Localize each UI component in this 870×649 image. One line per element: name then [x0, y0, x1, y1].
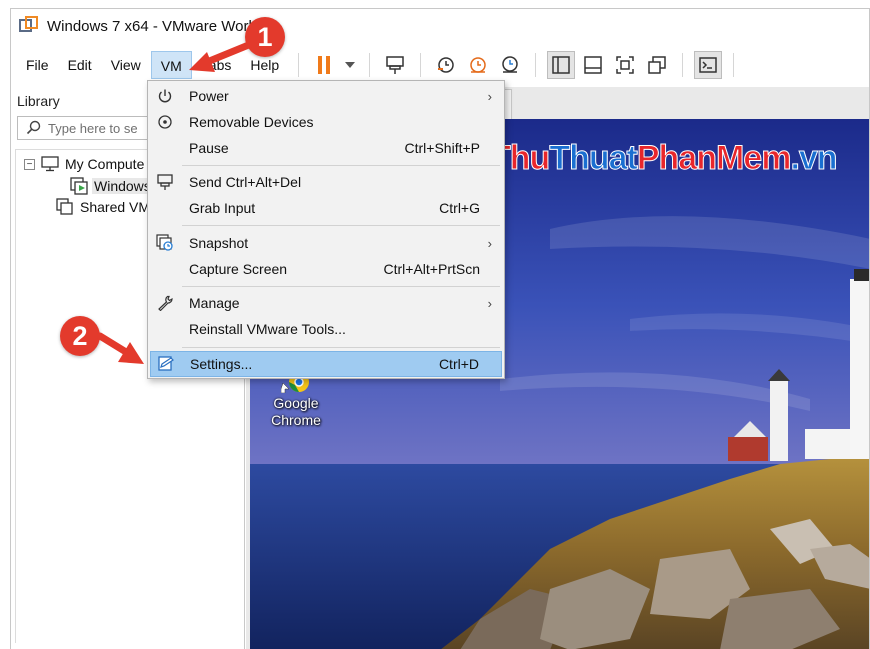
toolbar-separator — [420, 53, 422, 77]
menu-item-removable-devices[interactable]: Removable Devices — [150, 109, 502, 135]
unity-icon — [648, 56, 666, 74]
shortcut-label: Ctrl+Alt+PrtScn — [383, 261, 480, 277]
power-icon — [155, 86, 175, 106]
dropdown-arrow-icon — [345, 62, 356, 68]
power-dropdown-button[interactable] — [342, 51, 358, 79]
shared-vms-icon — [56, 198, 73, 215]
thumbnail-bar-icon — [584, 56, 602, 74]
vm-menu-dropdown: Power › Removable Devices Pause Ctrl+Shi… — [147, 80, 505, 379]
window-title: Windows 7 x64 - VMware Works — [47, 17, 264, 35]
search-icon — [26, 120, 41, 135]
removable-devices-icon — [155, 112, 175, 132]
collapse-icon[interactable]: − — [24, 158, 35, 170]
menu-view[interactable]: View — [102, 51, 150, 79]
toolbar-separator — [369, 53, 371, 77]
wrench-icon — [155, 293, 175, 313]
step-2-badge: 2 — [60, 316, 100, 356]
pause-icon — [316, 56, 332, 74]
menu-separator — [182, 347, 500, 348]
step-1-arrow — [189, 40, 255, 72]
google-chrome-shortcut[interactable]: Google Chrome — [266, 371, 326, 429]
library-label: Library — [17, 93, 60, 109]
thumbnail-bar-button[interactable] — [579, 51, 607, 79]
console-view-button[interactable] — [694, 51, 723, 79]
snapshot-manager-icon — [502, 56, 518, 73]
pause-button[interactable] — [310, 51, 338, 79]
tree-item-my-computer[interactable]: − My Compute — [24, 156, 144, 172]
menu-edit[interactable]: Edit — [59, 51, 101, 79]
submenu-arrow-icon: › — [487, 88, 492, 104]
tree-item-shared-vms[interactable]: Shared VMs — [56, 198, 157, 216]
menu-item-manage[interactable]: Manage › — [150, 290, 502, 316]
submenu-arrow-icon: › — [487, 295, 492, 311]
snapshot-manager-button[interactable] — [496, 51, 524, 79]
revert-snapshot-button[interactable] — [464, 51, 492, 79]
title-bar: Windows 7 x64 - VMware Works — [11, 9, 869, 43]
menu-item-pause[interactable]: Pause Ctrl+Shift+P — [150, 135, 502, 161]
toolbar-separator — [298, 53, 300, 77]
shortcut-label: Ctrl+D — [438, 356, 479, 372]
snapshot-icon — [155, 233, 175, 253]
settings-icon — [156, 354, 176, 374]
menu-separator — [182, 225, 500, 226]
vmware-app-icon — [19, 16, 39, 36]
watermark: ThuThuatPhanMem.vn — [489, 139, 838, 178]
console-view-icon — [699, 57, 717, 73]
step-2-arrow — [96, 332, 144, 364]
shortcut-label: Ctrl+G — [439, 200, 480, 216]
toolbar-separator — [733, 53, 735, 77]
toolbar-separator — [682, 53, 684, 77]
full-screen-icon — [616, 56, 634, 74]
menu-item-power[interactable]: Power › — [150, 83, 502, 109]
send-ctrl-alt-del-icon — [386, 56, 404, 74]
tree-item-windows-vm[interactable]: Windows — [70, 177, 153, 195]
menu-file[interactable]: File — [17, 51, 58, 79]
toolbar-separator — [535, 53, 537, 77]
show-library-button[interactable] — [547, 51, 576, 79]
computer-icon — [41, 156, 59, 172]
menu-separator — [182, 165, 500, 166]
menu-item-reinstall-vmware-tools[interactable]: Reinstall VMware Tools... — [150, 316, 502, 342]
vm-running-icon — [70, 177, 88, 195]
shortcut-label: Ctrl+Shift+P — [404, 140, 480, 156]
menu-item-settings[interactable]: Settings... Ctrl+D — [150, 351, 502, 377]
tree-label: Shared VMs — [80, 199, 158, 215]
menu-item-send-ctrl-alt-del[interactable]: Send Ctrl+Alt+Del — [150, 169, 502, 195]
menu-item-capture-screen[interactable]: Capture Screen Ctrl+Alt+PrtScn — [150, 256, 502, 282]
tree-label: My Compute — [65, 156, 145, 172]
full-screen-button[interactable] — [611, 51, 639, 79]
send-ctrl-alt-del-button[interactable] — [381, 51, 409, 79]
send-keys-icon — [155, 172, 175, 192]
submenu-arrow-icon: › — [487, 235, 492, 251]
snapshot-revert-icon — [470, 57, 486, 73]
tree-label: Windows — [92, 178, 153, 194]
take-snapshot-button[interactable] — [432, 51, 460, 79]
show-library-icon — [552, 56, 570, 74]
menu-separator — [182, 286, 500, 287]
menu-item-grab-input[interactable]: Grab Input Ctrl+G — [150, 195, 502, 221]
menu-item-snapshot[interactable]: Snapshot › — [150, 230, 502, 256]
unity-button[interactable] — [643, 51, 671, 79]
snapshot-take-icon — [438, 57, 454, 73]
